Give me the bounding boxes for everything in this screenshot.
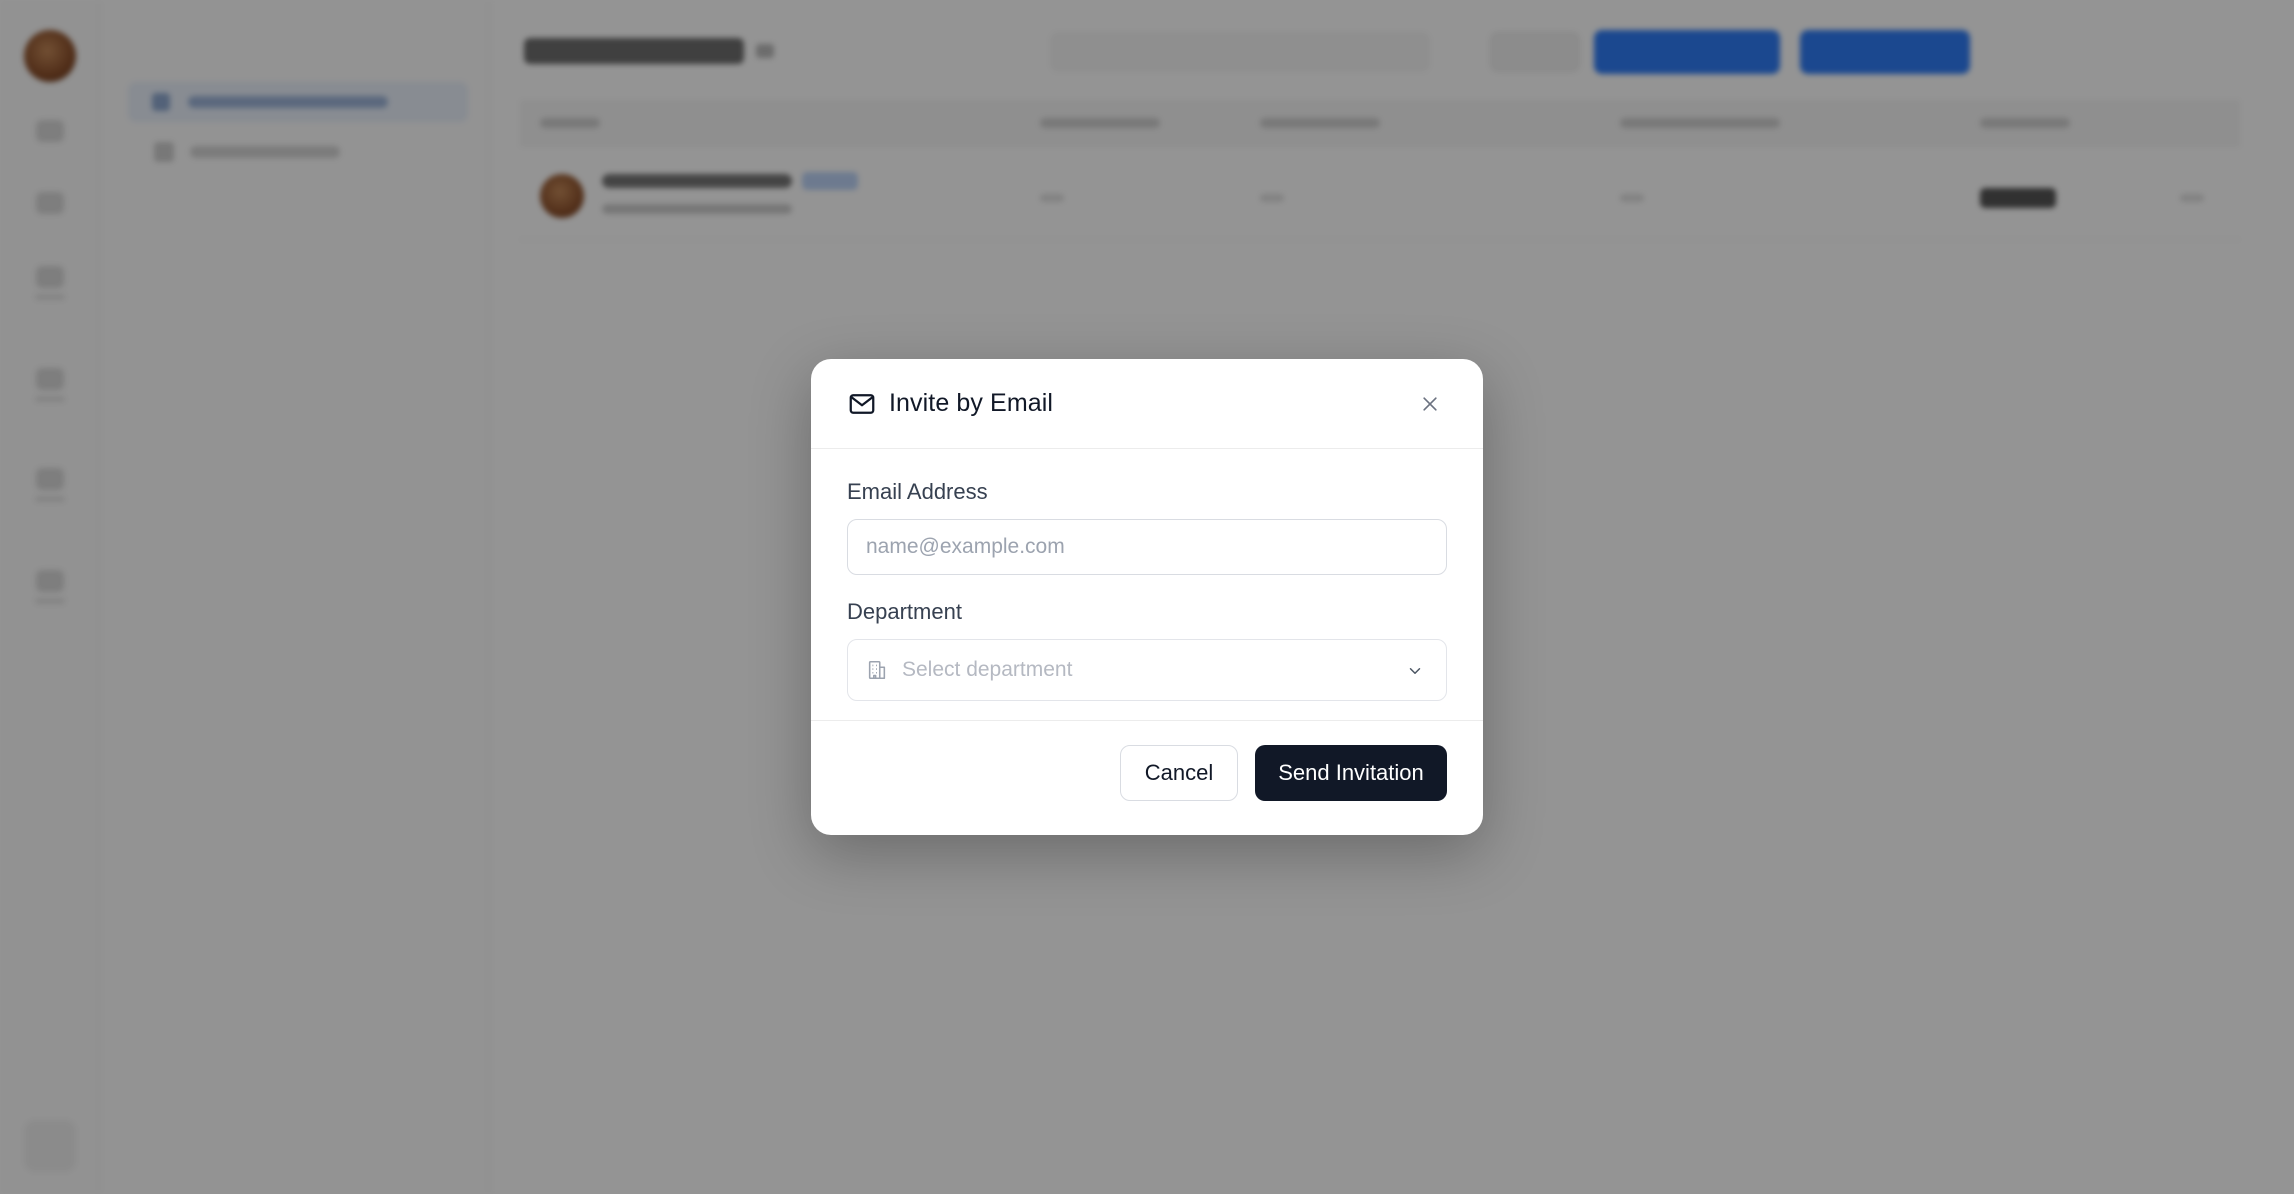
email-label: Email Address (847, 479, 988, 504)
invite-dialog: Invite by Email Email Address Department… (811, 359, 1483, 835)
chevron-down-icon (1404, 660, 1426, 682)
building-icon (866, 658, 890, 682)
dialog-header: Invite by Email (811, 359, 1483, 449)
close-icon[interactable] (1417, 391, 1443, 417)
department-label: Department (847, 599, 962, 624)
email-field[interactable] (847, 519, 1447, 575)
dialog-footer: Cancel Send Invitation (811, 721, 1483, 834)
department-select[interactable]: Select department (847, 639, 1447, 701)
mail-icon (847, 389, 877, 419)
cancel-button[interactable]: Cancel (1120, 745, 1238, 801)
dialog-title: Invite by Email (889, 389, 1054, 417)
send-invitation-button[interactable]: Send Invitation (1255, 745, 1447, 801)
dialog-body: Email Address Department Select departme… (811, 449, 1483, 721)
department-placeholder: Select department (902, 658, 1073, 681)
